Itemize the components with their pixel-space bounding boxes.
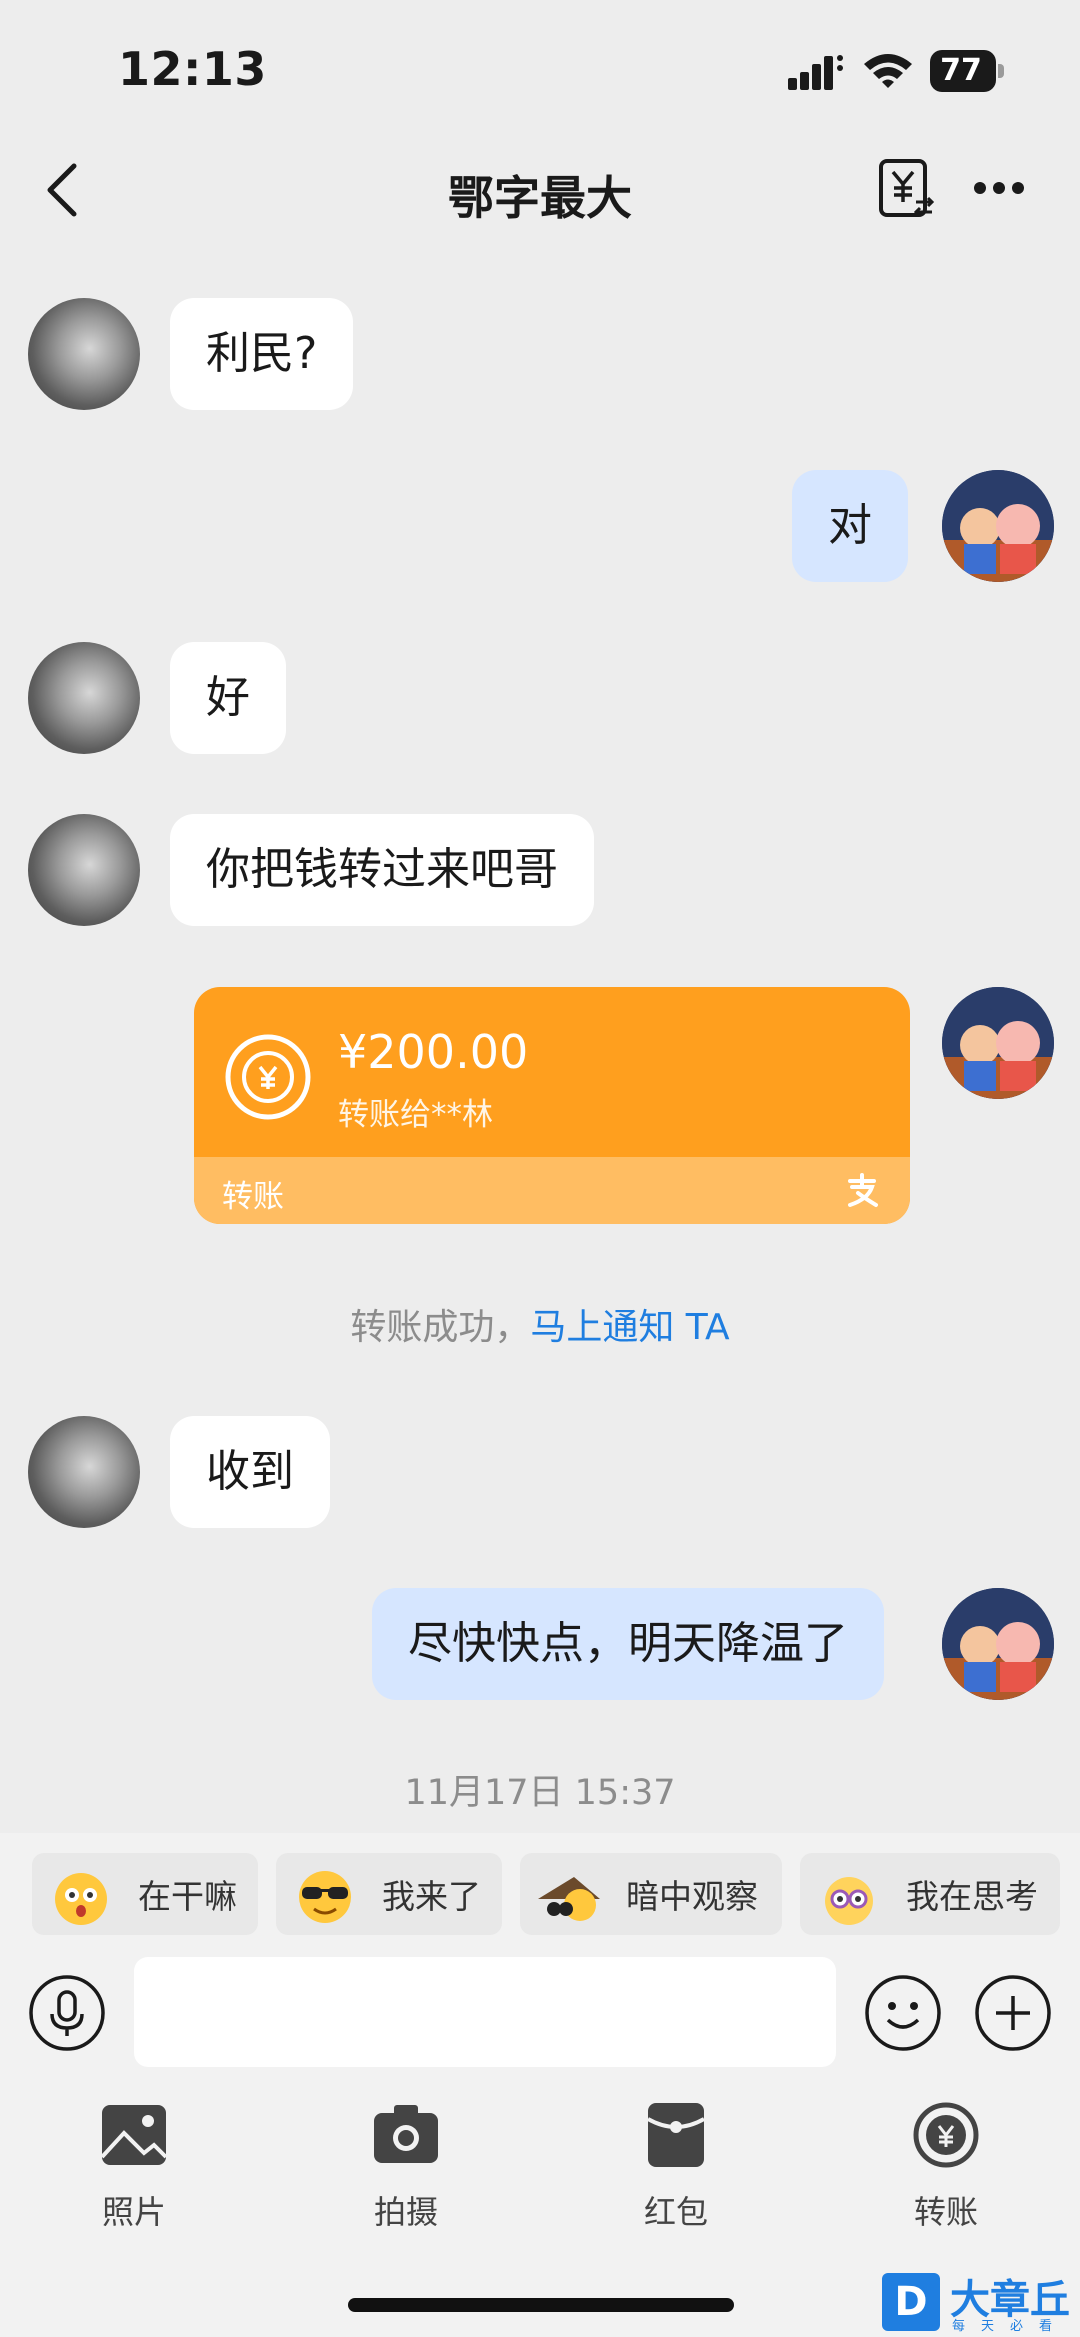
self-avatar[interactable] — [942, 987, 1054, 1099]
quick-reply-chip[interactable]: 暗中观察 — [520, 1853, 782, 1935]
more-icon[interactable] — [972, 178, 1026, 198]
emoji-icon[interactable] — [864, 1974, 942, 2052]
red-packet-icon — [647, 2103, 705, 2167]
transfer-amount: ¥200.00 — [338, 1025, 529, 1079]
notify-link[interactable]: 马上通知 TA — [530, 1307, 729, 1348]
camera-label: 拍摄 — [373, 2193, 438, 2231]
message-bubble-received[interactable]: 好 — [170, 642, 286, 754]
photo-label: 照片 — [101, 2193, 166, 2231]
message-bubble-received[interactable]: 利民? — [170, 298, 354, 410]
message-bubble-sent[interactable]: 对 — [792, 470, 908, 582]
voice-input-icon[interactable] — [28, 1974, 106, 2052]
message-bubble-sent[interactable]: 尽快快点，明天降温了 — [372, 1588, 884, 1700]
quick-reply-chip[interactable]: 我在思考 — [800, 1853, 1060, 1935]
input-bar — [0, 1953, 1080, 2073]
currency-exchange-icon[interactable] — [878, 158, 936, 220]
transfer-icon — [913, 2102, 979, 2168]
battery-tip — [998, 64, 1004, 78]
self-avatar[interactable] — [942, 470, 1054, 582]
peeking-face-icon — [538, 1877, 600, 1921]
message-bubble-received[interactable]: 你把钱转过来吧哥 — [170, 814, 594, 926]
transfer-tool-label: 转账 — [913, 2193, 978, 2231]
wifi-icon — [864, 54, 912, 88]
battery-level: 77 — [940, 53, 982, 88]
quick-reply-chip[interactable]: 我来了 — [276, 1853, 502, 1935]
camera-icon — [374, 2105, 438, 2163]
quick-reply-label: 我来了 — [382, 1877, 481, 1916]
status-time: 12:13 — [118, 42, 267, 96]
quick-reply-label: 在干嘛 — [138, 1877, 237, 1916]
message-timestamp: 11月17日 15:37 — [404, 1773, 676, 1813]
camera-button[interactable]: 拍摄 — [316, 2073, 496, 2243]
transfer-success-text: 转账成功， — [350, 1307, 531, 1348]
self-avatar[interactable] — [942, 1588, 1054, 1700]
home-indicator[interactable] — [348, 2298, 734, 2312]
quick-reply-strip: 在干嘛 我来了 暗中观察 我在思考 — [0, 1833, 1080, 1953]
status-bar: 12:13 77 — [0, 0, 1080, 130]
contact-avatar[interactable] — [28, 298, 140, 410]
sunglasses-face-icon — [299, 1871, 351, 1923]
cellular-signal-icon — [788, 55, 843, 90]
red-packet-label: 红包 — [643, 2193, 708, 2231]
transfer-card[interactable]: ¥200.00 转账给**林 转账 — [194, 987, 910, 1224]
alipay-icon — [848, 1173, 878, 1207]
photo-button[interactable]: 照片 — [44, 2073, 224, 2243]
transfer-label: 转账 — [222, 1179, 284, 1215]
watermark-logo: D — [882, 2273, 940, 2331]
quick-reply-label: 我在思考 — [906, 1877, 1038, 1916]
chat-header: 鄂字最大 — [0, 140, 1080, 240]
transfer-footer: 转账 — [194, 1157, 910, 1224]
transfer-recipient: 转账给**林 — [338, 1097, 493, 1133]
contact-avatar[interactable] — [28, 642, 140, 754]
thinking-face-icon — [825, 1877, 873, 1925]
quick-reply-label: 暗中观察 — [626, 1877, 758, 1916]
quick-reply-chip[interactable]: 在干嘛 — [32, 1853, 258, 1935]
contact-avatar[interactable] — [28, 1416, 140, 1528]
transfer-success-note: 转账成功，马上通知 TA — [0, 1298, 1080, 1350]
photo-icon — [100, 2105, 168, 2165]
contact-avatar[interactable] — [28, 814, 140, 926]
transfer-button[interactable]: 转账 — [856, 2073, 1036, 2243]
plus-icon[interactable] — [974, 1974, 1052, 2052]
battery-indicator: 77 — [930, 50, 1004, 92]
watermark-slogan: 每天必看 — [952, 2319, 1069, 2334]
watermark: D 大章丘 每天必看 — [882, 2267, 1080, 2337]
message-bubble-received[interactable]: 收到 — [170, 1416, 330, 1528]
message-input[interactable] — [134, 1957, 836, 2067]
transfer-coin-icon — [225, 1034, 311, 1120]
surprised-face-icon — [55, 1873, 107, 1925]
red-packet-button[interactable]: 红包 — [586, 2073, 766, 2243]
